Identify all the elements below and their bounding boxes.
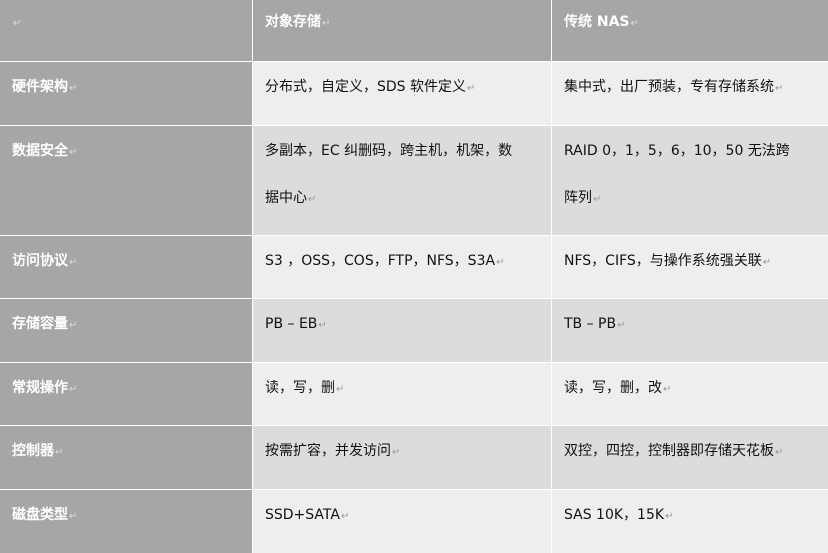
paragraph-mark: ↵ — [13, 18, 22, 29]
paragraph-mark: ↵ — [69, 83, 78, 94]
cell-text: 读，写，删，改 — [564, 380, 662, 396]
row-label-controller: 控制器↵ — [0, 426, 252, 489]
nas-cell: SAS 10K，15K↵ — [552, 490, 828, 553]
paragraph-mark: ↵ — [496, 257, 505, 268]
paragraph-mark: ↵ — [762, 257, 772, 268]
paragraph-mark: ↵ — [593, 194, 602, 205]
object-storage-cell: 分布式，自定义，SDS 软件定义↵ — [253, 62, 551, 125]
row-label-text: 磁盘类型 — [12, 507, 68, 523]
cell-text: 按需扩容，并发访问 — [265, 443, 391, 459]
comparison-table: ↵ 对象存储↵ 传统 NAS↵ 硬件架构↵ 分布式，自定义，SDS 软件定义↵ … — [0, 0, 828, 553]
paragraph-mark: ↵ — [467, 83, 476, 94]
cell-text: 据中心 — [265, 190, 307, 206]
cell-text: SSD+SATA — [265, 507, 340, 523]
cell-text: S3 ，OSS，COS，FTP，NFS，S3A — [265, 253, 496, 269]
paragraph-mark: ↵ — [630, 18, 639, 29]
nas-cell: NFS，CIFS，与操作系统强关联↵ — [552, 236, 828, 298]
object-storage-cell: PB – EB↵ — [253, 299, 551, 362]
nas-cell: 集中式，出厂预装，专有存储系统↵ — [552, 62, 828, 125]
nas-cell: TB – PB↵ — [552, 299, 828, 362]
cell-text-line: 据中心↵ — [265, 175, 551, 223]
cell-text: 分布式，自定义，SDS 软件定义 — [265, 79, 467, 95]
cell-text-line: 多副本，EC 纠删码，跨主机，机架，数 — [265, 143, 513, 159]
paragraph-mark: ↵ — [775, 447, 784, 458]
row-label-text: 访问协议 — [12, 253, 68, 269]
row-label-text: 存储容量 — [12, 316, 68, 332]
header-traditional-nas: 传统 NAS↵ — [552, 0, 828, 61]
nas-cell: 读，写，删，改↵ — [552, 363, 828, 425]
nas-cell: RAID 0，1，5，6，10，50 无法跨 阵列↵ — [552, 126, 828, 235]
paragraph-mark: ↵ — [69, 257, 78, 268]
row-label-hardware-architecture: 硬件架构↵ — [0, 62, 252, 125]
paragraph-mark: ↵ — [69, 320, 78, 331]
row-label-text: 硬件架构 — [12, 79, 68, 95]
nas-cell: 双控，四控，控制器即存储天花板↵ — [552, 426, 828, 489]
row-label-storage-capacity: 存储容量↵ — [0, 299, 252, 362]
row-label-access-protocol: 访问协议↵ — [0, 236, 252, 298]
paragraph-mark: ↵ — [336, 384, 345, 395]
object-storage-cell: S3 ，OSS，COS，FTP，NFS，S3A↵ — [253, 236, 551, 298]
cell-text-line: RAID 0，1，5，6，10，50 无法跨 — [564, 143, 790, 159]
row-label-common-operations: 常规操作↵ — [0, 363, 252, 425]
paragraph-mark: ↵ — [775, 83, 784, 94]
row-label-text: 数据安全 — [12, 143, 68, 159]
cell-text: 双控，四控，控制器即存储天花板 — [564, 443, 774, 459]
cell-text: 读，写，删 — [265, 380, 335, 396]
paragraph-mark: ↵ — [69, 147, 78, 158]
row-label-text: 控制器 — [12, 443, 54, 459]
object-storage-cell: 按需扩容，并发访问↵ — [253, 426, 551, 489]
row-label-disk-type: 磁盘类型↵ — [0, 490, 252, 553]
cell-text: TB – PB — [564, 316, 617, 332]
cell-text: NFS，CIFS，与操作系统强关联 — [564, 253, 762, 269]
object-storage-cell: 读，写，删↵ — [253, 363, 551, 425]
row-label-data-security: 数据安全↵ — [0, 126, 252, 235]
paragraph-mark: ↵ — [340, 511, 350, 522]
paragraph-mark: ↵ — [318, 320, 327, 331]
cell-text: 集中式，出厂预装，专有存储系统 — [564, 79, 774, 95]
paragraph-mark: ↵ — [322, 18, 331, 29]
paragraph-mark: ↵ — [617, 320, 626, 331]
object-storage-cell: 多副本，EC 纠删码，跨主机，机架，数 据中心↵ — [253, 126, 551, 235]
paragraph-mark: ↵ — [392, 447, 401, 458]
cell-text: SAS 10K，15K — [564, 507, 665, 523]
cell-text: PB – EB — [265, 316, 318, 332]
header-traditional-nas-label: 传统 NAS — [564, 14, 630, 30]
paragraph-mark: ↵ — [69, 511, 78, 522]
header-object-storage-label: 对象存储 — [265, 14, 321, 30]
object-storage-cell: SSD+SATA↵ — [253, 490, 551, 553]
paragraph-mark: ↵ — [308, 194, 317, 205]
cell-text: 阵列 — [564, 190, 592, 206]
paragraph-mark: ↵ — [69, 384, 78, 395]
cell-text-line: 阵列↵ — [564, 175, 828, 223]
header-object-storage: 对象存储↵ — [253, 0, 551, 61]
paragraph-mark: ↵ — [55, 447, 64, 458]
paragraph-mark: ↵ — [665, 511, 674, 522]
header-corner-cell: ↵ — [0, 0, 252, 61]
paragraph-mark: ↵ — [663, 384, 672, 395]
row-label-text: 常规操作 — [12, 380, 68, 396]
